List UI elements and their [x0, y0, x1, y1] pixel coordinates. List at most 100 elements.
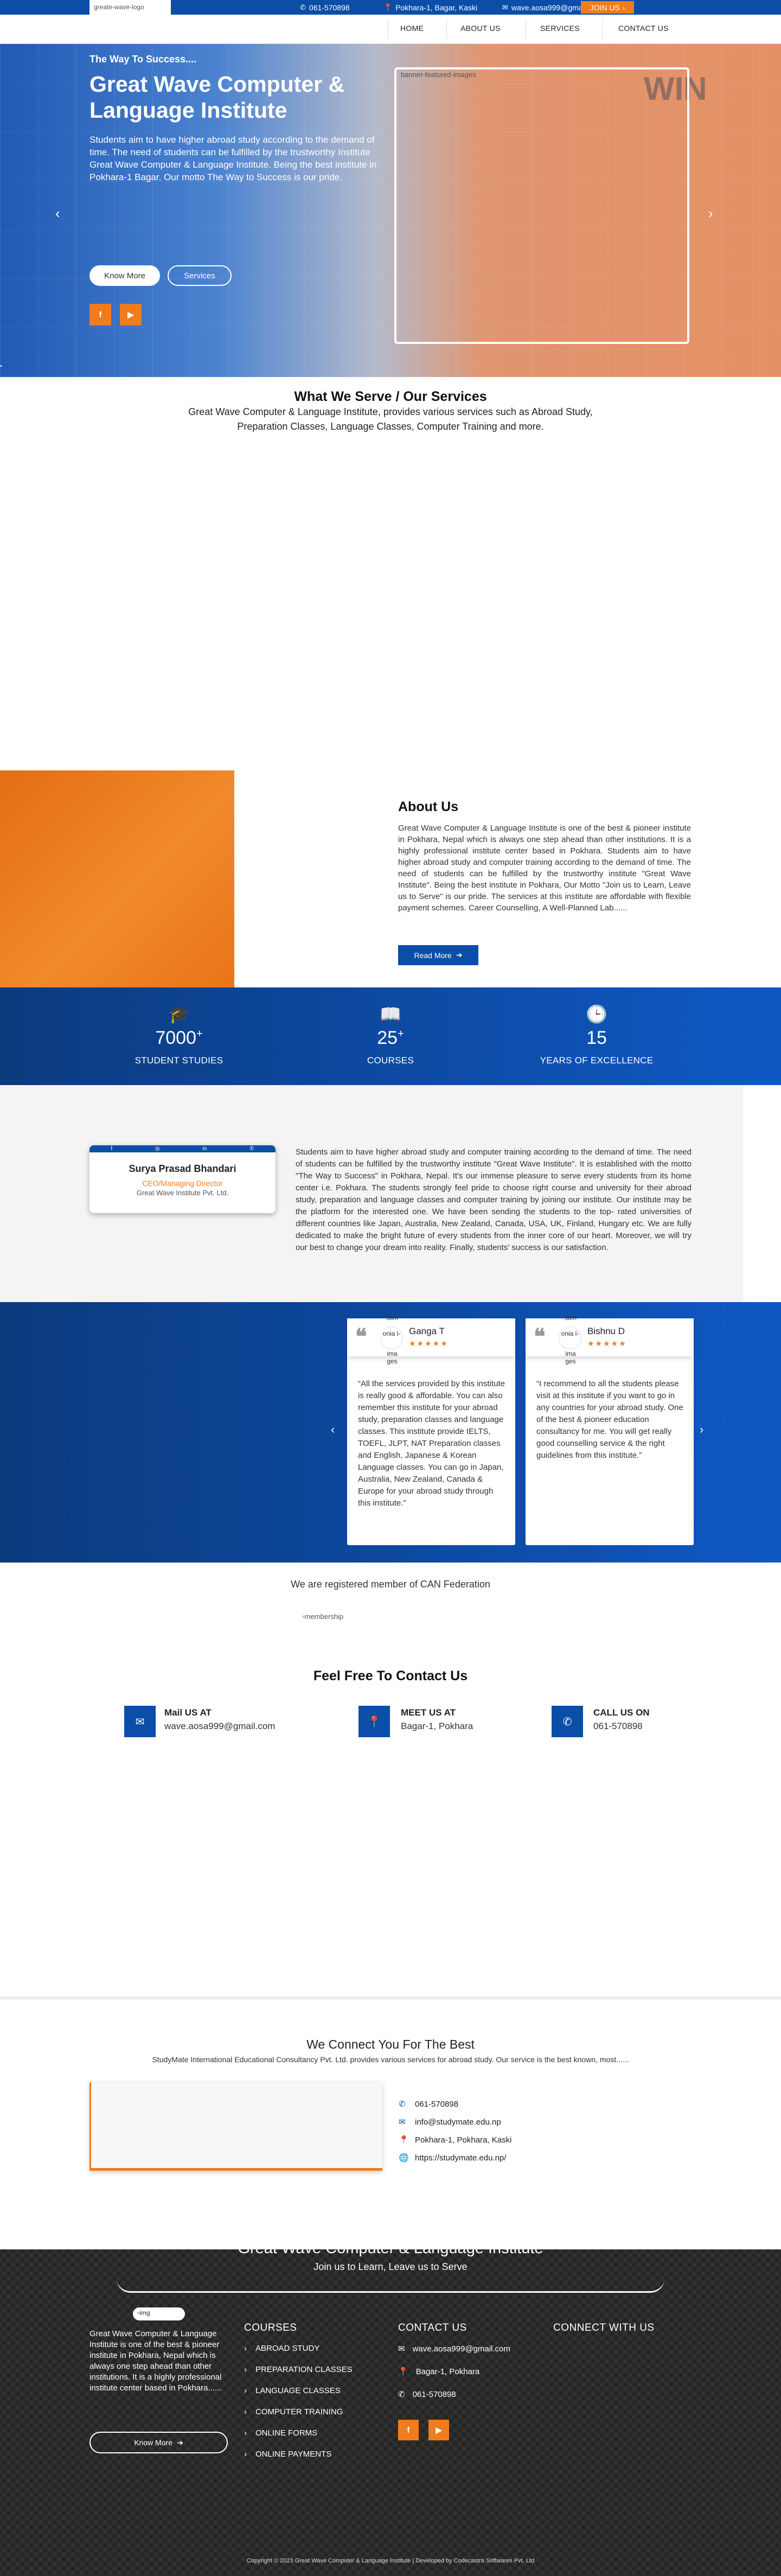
footer-contact-title: CONTACT US — [398, 2322, 467, 2333]
hero-featured-image-alt: banner-featured-images — [401, 71, 476, 79]
hero-youtube-icon[interactable]: ▶ — [120, 304, 142, 326]
chevron-right-icon: › — [244, 2365, 247, 2374]
linkedin-icon[interactable]: in — [203, 1146, 207, 1152]
stat-value: 15 — [586, 1028, 607, 1048]
contact-call-value[interactable]: 061-570898 — [593, 1721, 643, 1732]
footer-youtube-icon[interactable]: ▶ — [428, 2420, 449, 2440]
footer-course-link[interactable]: › ABROAD STUDY — [244, 2344, 319, 2353]
quote-icon: ❝ — [534, 1325, 546, 1349]
testimonial-prev-icon[interactable]: ‹ — [331, 1423, 335, 1437]
join-us-label: JOIN US — [590, 3, 620, 12]
footer-course-link[interactable]: › LANGUAGE CLASSES — [244, 2386, 341, 2395]
hero-prev-arrow-icon[interactable]: ‹ — [55, 205, 60, 222]
testimonial-header — [347, 1318, 515, 1356]
hero-facebook-icon[interactable]: f — [89, 304, 111, 326]
hero-featured-image: banner-featured-images — [394, 67, 689, 344]
footer-course-link[interactable]: › ONLINE FORMS — [244, 2428, 317, 2438]
nav-divider — [602, 18, 603, 39]
footer-know-more-button[interactable]: Know More ➔ — [89, 2432, 228, 2453]
mail-icon: ✉ — [399, 2118, 406, 2127]
map-embed[interactable] — [89, 2082, 382, 2171]
connect-email-text: info@studymate.edu.np — [415, 2117, 501, 2127]
hero-next-arrow-icon[interactable]: › — [708, 205, 713, 222]
star-rating: ★★★★★ — [587, 1339, 627, 1348]
arrow-right-icon: ➔ — [177, 2438, 183, 2447]
connect-phone[interactable]: ✆ 061-570898 — [399, 2099, 458, 2109]
footer-contact-email[interactable]: ✉ wave.aosa999@gmail.com — [398, 2344, 510, 2354]
footer-course-link[interactable]: › COMPUTER TRAINING — [244, 2407, 343, 2416]
about-read-more-button[interactable]: Read More ➔ — [398, 945, 478, 965]
arrow-right-icon: ➔ — [456, 951, 463, 959]
stat-years: 🕒 15 YEARS OF EXCELLENCE — [515, 987, 678, 1066]
footer-logo-alt: img — [139, 2309, 150, 2317]
course-label: ABROAD STUDY — [255, 2344, 320, 2353]
clock-icon: 🕒 — [586, 1004, 607, 1024]
course-label: COMPUTER TRAINING — [255, 2407, 343, 2416]
footer-contact-address: 📍 Bagar-1, Pokhara — [398, 2367, 479, 2376]
contact-mail-value[interactable]: wave.aosa999@gmail.com — [164, 1721, 275, 1732]
location-icon: 📍 — [398, 2367, 408, 2376]
testimonial-name: Bishnu D — [587, 1326, 625, 1336]
section-divider — [0, 1997, 781, 2001]
chevron-right-icon: › — [244, 2450, 247, 2459]
top-phone-text: 061-570898 — [309, 3, 350, 12]
hero-know-more-button[interactable]: Know More — [89, 265, 160, 286]
footer-about: Great Wave Computer & Language Institute… — [89, 2329, 222, 2393]
graduation-cap-icon: 🎓 — [168, 1004, 190, 1024]
book-icon: 📖 — [380, 1004, 401, 1024]
site-logo[interactable]: greate-wave-logo — [89, 0, 171, 14]
connect-website[interactable]: 🌐 https://studymate.edu.np/ — [399, 2153, 506, 2163]
nav-about-us[interactable]: ABOUT US — [460, 24, 501, 33]
director-social-bar: f ◎ in ✆ — [89, 1145, 276, 1152]
top-address-text: Pokhara-1, Bagar, Kaski — [395, 3, 478, 12]
connect-address: 📍 Pokhara-1, Pokhara, Kaski — [399, 2135, 511, 2145]
stat-label: STUDENT STUDIES — [135, 1055, 223, 1066]
contact-mail-label: Mail US AT — [164, 1707, 212, 1718]
footer-courses-title: COURSES — [244, 2322, 297, 2333]
phone-icon[interactable]: ✆ — [249, 1146, 254, 1152]
membership-title: We are registered member of CAN Federati… — [291, 1579, 490, 1590]
footer-contact-phone[interactable]: ✆ 061-570898 — [398, 2389, 456, 2399]
mail-icon: ✉ — [502, 3, 508, 11]
footer-facebook-icon[interactable]: f — [398, 2420, 419, 2440]
stat-student-studies: 🎓 7000+ STUDENT STUDIES — [98, 987, 260, 1066]
location-icon: 📍 — [383, 3, 393, 11]
stat-number: 7000+ — [98, 1028, 260, 1049]
connect-title: We Connect You For The Best — [306, 2037, 475, 2051]
location-icon: 📍 — [359, 1706, 390, 1737]
contact-meet-label: MEET US AT — [401, 1707, 456, 1718]
stat-number: 15 — [515, 1028, 678, 1049]
connect-email[interactable]: ✉ info@studymate.edu.np — [399, 2117, 501, 2127]
course-label: LANGUAGE CLASSES — [255, 2386, 341, 2395]
testimonial-quote: “All the services provided by this insti… — [358, 1379, 505, 1508]
instagram-icon[interactable]: ◎ — [155, 1146, 160, 1152]
membership-image-alt: membership — [304, 1612, 344, 1621]
testimonial-image-alt: stim — [386, 1314, 398, 1322]
testimonial-image-alt: ima ges — [387, 1350, 398, 1365]
course-label: PREPARATION CLASSES — [255, 2365, 353, 2374]
join-us-button[interactable]: JOIN US › — [581, 1, 634, 14]
facebook-icon[interactable]: f — [111, 1146, 112, 1152]
footer-course-link[interactable]: › PREPARATION CLASSES — [244, 2365, 353, 2374]
nav-services[interactable]: SERVICES — [540, 24, 580, 33]
top-phone[interactable]: ✆ 061-570898 — [300, 0, 350, 15]
avatar: onia l- — [381, 1327, 402, 1349]
stat-courses: 📖 25+ COURSES — [309, 987, 472, 1066]
about-image — [0, 770, 234, 987]
stat-label: COURSES — [367, 1055, 414, 1066]
logo-container[interactable]: greate-wave-logo — [89, 0, 171, 20]
testimonial-quote: “I recommend to all the students please … — [536, 1379, 683, 1460]
footer-logo: ▫img — [133, 2307, 185, 2320]
nav-home[interactable]: HOME — [400, 24, 424, 33]
testimonial-next-icon[interactable]: › — [700, 1423, 703, 1437]
mail-icon: ✉ — [398, 2344, 405, 2354]
nav-contact-us[interactable]: CONTACT US — [618, 24, 669, 33]
director-name: Surya Prasad Bhandari — [129, 1163, 236, 1174]
director-card: f ◎ in ✆ Surya Prasad Bhandari CEO/Manag… — [89, 1145, 276, 1213]
connect-website-text: https://studymate.edu.np/ — [415, 2153, 507, 2163]
footer-connect-title: CONNECT WITH US — [553, 2322, 655, 2333]
footer-tagline: Join us to Learn, Leave us to Serve — [313, 2261, 468, 2272]
phone-icon: ✆ — [398, 2390, 405, 2399]
footer-course-link[interactable]: › ONLINE PAYMENTS — [244, 2450, 331, 2459]
hero-services-button[interactable]: Services — [168, 265, 232, 286]
